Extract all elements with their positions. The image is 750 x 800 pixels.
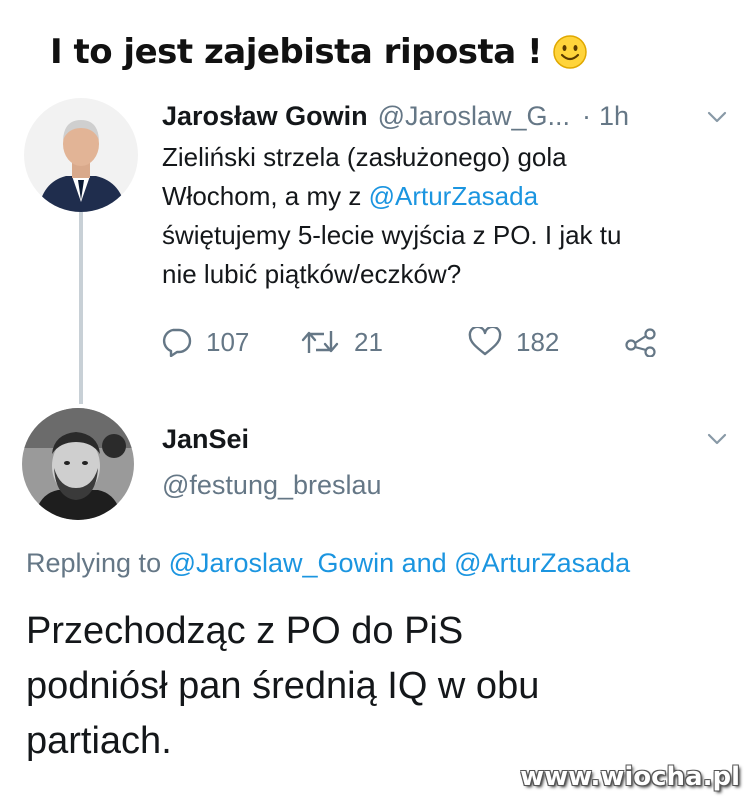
replying-to-prefix: Replying to <box>26 548 169 578</box>
tweet-author-name[interactable]: Jarosław Gowin <box>162 101 368 132</box>
tweet-body-line: świętujemy 5-lecie wyjścia z PO. I jak t… <box>162 220 622 250</box>
share-button[interactable] <box>624 320 672 364</box>
headline-text: I to jest zajebista riposta ! <box>50 32 543 72</box>
thread-connector-line <box>79 212 83 404</box>
tweet-actions-bar: 107 21 182 <box>160 320 680 364</box>
reply-count: 107 <box>206 326 250 357</box>
reply-button[interactable]: 107 <box>160 320 249 364</box>
replying-to-line: Replying to @Jaroslaw_Gowin and @ArturZa… <box>26 548 736 579</box>
like-count: 182 <box>516 326 560 357</box>
share-icon <box>625 328 656 357</box>
chevron-down-icon[interactable] <box>706 110 728 124</box>
tweet-body: Zieliński strzela (zasłużonego) gola Wło… <box>162 138 722 294</box>
tweet-body-line: nie lubić piątków/eczków? <box>162 259 462 289</box>
avatar-jansei[interactable] <box>22 408 134 520</box>
retweet-icon <box>301 331 339 353</box>
reply-body-line: podniósł pan średnią IQ w obu <box>26 665 540 707</box>
avatar-jaroslaw-gowin[interactable] <box>24 98 138 212</box>
replying-to-conjunction: and <box>394 548 455 578</box>
separator-dot: · <box>582 100 592 131</box>
smiley-face-icon <box>552 34 588 70</box>
reply-body-line: partiach. <box>26 720 172 762</box>
like-button[interactable]: 182 <box>468 320 559 364</box>
tweet-body-line: Włochom, a my z @ArturZasada <box>162 177 722 216</box>
heart-icon <box>468 327 502 356</box>
reply-author-name[interactable]: JanSei <box>162 424 249 455</box>
tweet-body-line: Zieliński strzela (zasłużonego) gola <box>162 142 567 172</box>
tweet-timestamp[interactable]: 1h <box>599 101 629 132</box>
reply-body-line: Przechodząc z PO do PiS <box>26 610 464 652</box>
mention-link-jaroslaw-gowin[interactable]: @Jaroslaw_Gowin <box>169 548 395 578</box>
tweet-author-handle[interactable]: @Jaroslaw_G... <box>378 101 570 132</box>
watermark: www.wiocha.pl <box>520 762 740 792</box>
reply-icon <box>162 328 192 357</box>
reply-body: Przechodząc z PO do PiS podniósł pan śre… <box>26 604 726 769</box>
mention-link-arturzasada[interactable]: @ArturZasada <box>369 181 538 211</box>
mention-link-arturzasada[interactable]: @ArturZasada <box>454 548 630 578</box>
chevron-down-icon[interactable] <box>706 432 728 446</box>
retweet-count: 21 <box>354 326 383 357</box>
tweet-body-text: Włochom, a my z <box>162 181 369 211</box>
retweet-button[interactable]: 21 <box>300 320 383 364</box>
reply-author-handle[interactable]: @festung_breslau <box>162 470 382 501</box>
tweet-header: Jarosław Gowin @Jaroslaw_G... · 1h <box>162 96 722 136</box>
meme-headline: I to jest zajebista riposta ! <box>50 22 710 82</box>
